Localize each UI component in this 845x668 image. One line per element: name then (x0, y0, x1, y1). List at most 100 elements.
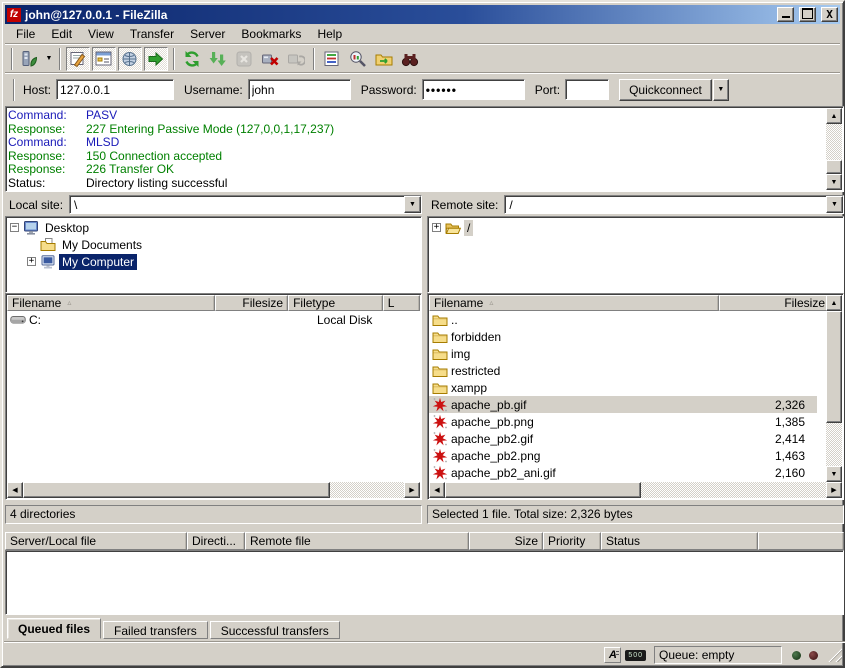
remote-status-text: Selected 1 file. Total size: 2,326 bytes (427, 505, 844, 524)
local-tree-item[interactable]: −Desktop (8, 219, 421, 236)
local-tree-item[interactable]: My Documents (8, 236, 421, 253)
speedlimit-indicator-icon[interactable]: 500 (625, 650, 646, 661)
remote-file-row[interactable]: xampp (429, 379, 817, 396)
tab-failed-transfers[interactable]: Failed transfers (103, 621, 208, 639)
menu-item-view[interactable]: View (80, 25, 122, 43)
expand-icon[interactable]: + (27, 257, 36, 266)
remote-file-row[interactable]: forbidden (429, 328, 817, 345)
queue-list[interactable] (5, 550, 844, 615)
local-hscroll-track[interactable] (330, 482, 404, 498)
remote-file-row[interactable]: apache_pb2_ani.gif2,160 (429, 464, 817, 481)
remote-file-row[interactable]: restricted (429, 362, 817, 379)
remote-file-row[interactable]: .. (429, 311, 817, 328)
maximize-button[interactable] (799, 7, 816, 22)
image-file-icon (432, 414, 449, 430)
filename-text: apache_pb.gif (451, 398, 526, 412)
log-scroll-track[interactable] (826, 124, 842, 160)
log-scrollbar[interactable]: ▲ ▼ (826, 108, 842, 190)
queue-column-header-directi[interactable]: Directi... (187, 532, 245, 550)
local-column-header-filename[interactable]: Filename▵ (7, 295, 215, 311)
queue-column-header-priority[interactable]: Priority (543, 532, 601, 550)
collapse-icon[interactable]: − (10, 223, 19, 232)
remote-file-row[interactable]: apache_pb.png1,385 (429, 413, 817, 430)
close-button[interactable]: X (821, 7, 838, 22)
scroll-left-icon[interactable]: ◀ (7, 482, 23, 498)
remote-file-row[interactable]: apache_pb.gif2,326 (429, 396, 817, 413)
tab-queued-files[interactable]: Queued files (7, 618, 101, 639)
site-manager-button[interactable] (18, 47, 42, 71)
scroll-up-icon[interactable]: ▲ (826, 108, 842, 124)
scroll-down-icon[interactable]: ▼ (826, 174, 842, 190)
host-input[interactable] (56, 79, 174, 100)
expand-icon[interactable]: + (432, 223, 441, 232)
toggle-remote-tree-button[interactable] (118, 47, 142, 71)
remote-hscroll-thumb[interactable] (445, 482, 641, 498)
toggle-transfer-queue-button[interactable] (144, 47, 168, 71)
local-column-header-filetype[interactable]: Filetype (288, 295, 383, 311)
remote-file-row[interactable]: img (429, 345, 817, 362)
scroll-up-icon[interactable]: ▲ (826, 295, 842, 311)
find-files-button[interactable] (398, 47, 422, 71)
menu-item-server[interactable]: Server (182, 25, 233, 43)
menu-item-transfer[interactable]: Transfer (122, 25, 182, 43)
password-input[interactable] (422, 79, 525, 100)
site-manager-dropdown-icon[interactable]: ▼ (43, 47, 55, 71)
port-input[interactable] (565, 79, 609, 100)
directory-comparison-button[interactable] (346, 47, 370, 71)
remote-column-header-filesize[interactable]: Filesize (719, 295, 830, 311)
remote-file-row[interactable]: apache_pb2.png1,463 (429, 447, 817, 464)
scroll-down-icon[interactable]: ▼ (826, 466, 842, 482)
local-hscrollbar[interactable]: ◀ ▶ (7, 482, 420, 498)
local-column-header-l[interactable]: L (383, 295, 420, 311)
menu-item-edit[interactable]: Edit (43, 25, 80, 43)
remote-vscroll-track[interactable] (826, 423, 842, 466)
remote-site-combo[interactable]: / ▼ (504, 195, 844, 214)
local-file-row[interactable]: C:Local Disk (7, 311, 420, 328)
sort-ascending-icon: ▵ (67, 296, 71, 310)
chevron-down-icon[interactable]: ▼ (826, 196, 843, 213)
minimize-button[interactable] (777, 7, 794, 22)
toggle-message-log-button[interactable] (66, 47, 90, 71)
quickconnect-dropdown-button[interactable]: ▼ (713, 79, 729, 101)
queue-column-header-size[interactable]: Size (469, 532, 543, 550)
remote-vscroll-thumb[interactable] (826, 311, 842, 423)
chevron-down-icon[interactable]: ▼ (404, 196, 421, 213)
quickconnect-button[interactable]: Quickconnect (619, 79, 712, 101)
remote-column-header-filename[interactable]: Filename▵ (429, 295, 719, 311)
synchronized-browsing-button[interactable] (372, 47, 396, 71)
local-tree-item[interactable]: +My Computer (8, 253, 421, 270)
filename-text: apache_pb2_ani.gif (451, 466, 556, 480)
transfer-type-indicator-icon[interactable]: A (604, 647, 621, 663)
resize-grip[interactable] (828, 648, 842, 662)
username-input[interactable] (248, 79, 351, 100)
reconnect-button[interactable] (284, 47, 308, 71)
menu-item-file[interactable]: File (8, 25, 43, 43)
menu-item-help[interactable]: Help (309, 25, 350, 43)
remote-hscrollbar[interactable]: ◀ ▶ (429, 482, 842, 498)
filetype-cell: Local Disk (314, 313, 417, 327)
scroll-left-icon[interactable]: ◀ (429, 482, 445, 498)
refresh-button[interactable] (180, 47, 204, 71)
title-bar[interactable]: fz john@127.0.0.1 - FileZilla X (5, 5, 840, 24)
disconnect-button[interactable] (258, 47, 282, 71)
queue-column-header-remotefile[interactable]: Remote file (245, 532, 469, 550)
process-queue-button[interactable] (206, 47, 230, 71)
log-scroll-thumb[interactable] (826, 160, 842, 174)
cancel-button[interactable] (232, 47, 256, 71)
remote-tree-item[interactable]: +/ (430, 219, 843, 236)
scroll-right-icon[interactable]: ▶ (826, 482, 842, 498)
local-site-combo[interactable]: \ ▼ (69, 195, 422, 214)
scroll-right-icon[interactable]: ▶ (404, 482, 420, 498)
remote-hscroll-track[interactable] (641, 482, 826, 498)
queue-column-header-serverlocalfile[interactable]: Server/Local file (5, 532, 187, 550)
directory-filter-button[interactable] (320, 47, 344, 71)
remote-file-row[interactable]: apache_pb2.gif2,414 (429, 430, 817, 447)
tab-successful-transfers[interactable]: Successful transfers (210, 621, 340, 639)
column-header-label: L (388, 296, 395, 310)
remote-vscrollbar[interactable]: ▲ ▼ (826, 295, 842, 482)
local-column-header-filesize[interactable]: Filesize (215, 295, 288, 311)
queue-column-header-status[interactable]: Status (601, 532, 758, 550)
local-hscroll-thumb[interactable] (23, 482, 330, 498)
toggle-local-tree-button[interactable] (92, 47, 116, 71)
menu-item-bookmarks[interactable]: Bookmarks (233, 25, 309, 43)
